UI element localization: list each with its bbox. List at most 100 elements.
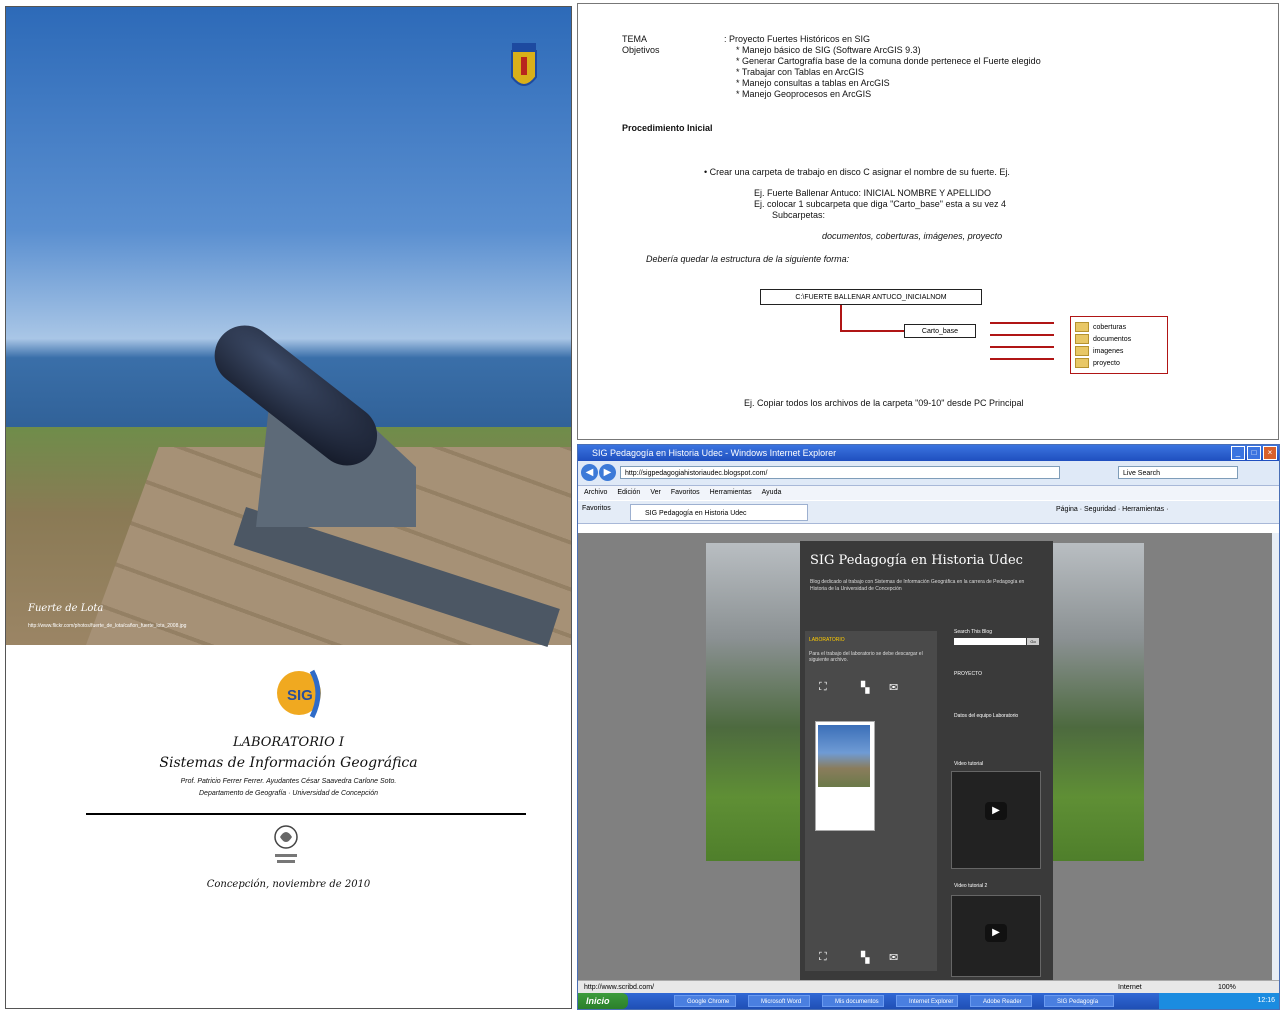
root-folder-box: C:\FUERTE BALLENAR ANTUCO_INICIALNOM <box>760 289 982 305</box>
menu-herramientas[interactable]: Herramientas <box>710 486 752 500</box>
cover-divider <box>86 813 526 815</box>
gadget-video-title: Video tutorial <box>954 761 984 767</box>
start-button[interactable]: Inicio <box>578 993 628 1009</box>
subfolders-line: documentos, coberturas, imágenes, proyec… <box>822 231 1003 241</box>
minimize-button[interactable]: _ <box>1231 446 1245 460</box>
menu-ayuda[interactable]: Ayuda <box>762 486 782 500</box>
play-icon[interactable]: ▶ <box>985 802 1007 820</box>
blog-description: Blog dedicado al trabajo con Sistemas de… <box>810 579 1025 592</box>
maximize-button[interactable]: □ <box>1247 446 1261 460</box>
tree-connector <box>990 358 1054 360</box>
gadget-laboratorio-text: Para el trabajo del laboratorio se debe … <box>809 651 923 663</box>
objective-item: * Manejo básico de SIG (Software ArcGIS … <box>736 45 921 55</box>
professors-line: Prof. Patricio Ferrer Ferrer. Ayudantes … <box>180 778 397 785</box>
forward-arrow-icon[interactable]: ▶ <box>599 464 616 481</box>
objective-item: * Generar Cartografía base de la comuna … <box>736 56 1041 66</box>
gadget-proyecto-title: PROYECTO <box>954 671 982 677</box>
tab-blog[interactable]: SIG Pedagogía en Historia Udec <box>630 504 808 521</box>
folder-icon <box>1075 334 1089 344</box>
objetivos-label: Objetivos <box>622 45 660 55</box>
blog-column: SIG Pedagogía en Historia Udec Blog dedi… <box>800 541 1053 980</box>
instructions-document: TEMA : Proyecto Fuertes Históricos en SI… <box>577 3 1279 440</box>
gadget-datos-title: Datos del equipo Laboratorio <box>954 713 1019 719</box>
address-bar[interactable]: http://sigpedagogiahistoriaudec.blogspot… <box>620 466 1060 479</box>
fullscreen-icon[interactable]: ⛶ <box>819 681 827 694</box>
tree-connector <box>840 330 904 332</box>
place-date: Concepción, noviembre de 2010 <box>206 879 371 890</box>
blog-search-button[interactable]: Go <box>1027 638 1039 645</box>
cover-page: Fuerte de Lota http://www.flickr.com/pho… <box>5 6 572 1009</box>
copy-icon[interactable]: ▚ <box>861 951 869 964</box>
course-title: Sistemas de Información Geográfica <box>159 755 418 771</box>
system-tray: 12:16 <box>1159 993 1279 1009</box>
status-url: http://www.scribd.com/ <box>584 984 655 991</box>
address-toolbar: ◀ ▶ http://sigpedagogiahistoriaudec.blog… <box>578 461 1279 486</box>
window-title: SIG Pedagogía en Historia Udec - Windows… <box>578 445 1279 461</box>
tree-connector <box>990 322 1054 324</box>
vertical-scrollbar[interactable] <box>1272 533 1279 980</box>
menu-edicion[interactable]: Edición <box>617 486 640 500</box>
video-player-2[interactable]: ▶ <box>951 895 1041 977</box>
clock: 12:16 <box>1257 997 1275 1004</box>
taskbar-item[interactable]: Mis documentos <box>822 995 884 1007</box>
video-player[interactable]: ▶ <box>951 771 1041 869</box>
objective-item: * Trabajar con Tablas en ArcGIS <box>736 67 864 77</box>
tab-bar: Favoritos SIG Pedagogía en Historia Udec… <box>578 501 1279 524</box>
window-controls: _ □ × <box>1231 446 1277 460</box>
page-viewport: SIG Pedagogía en Historia Udec Blog dedi… <box>578 533 1272 980</box>
objective-item: * Manejo consultas a tablas en ArcGIS <box>736 78 890 88</box>
folder-icon <box>1075 358 1089 368</box>
fullscreen-icon[interactable]: ⛶ <box>819 951 827 964</box>
taskbar-item[interactable]: Microsoft Word <box>748 995 810 1007</box>
sig-logo-icon: SIG <box>277 669 321 719</box>
folder-icon <box>1075 346 1089 356</box>
university-crest-icon <box>511 43 537 86</box>
email-icon[interactable]: ✉ <box>889 681 898 694</box>
photo-caption: Fuerte de Lota <box>28 603 104 614</box>
example-line-2: Ej. colocar 1 subcarpeta que diga "Carto… <box>754 199 1007 209</box>
windows-taskbar: Inicio Google Chrome Microsoft Word Mis … <box>578 993 1279 1009</box>
tree-connector <box>990 346 1054 348</box>
main-post-area: LABORATORIO Para el trabajo del laborato… <box>805 631 937 971</box>
sig-logo-text: SIG <box>287 687 313 704</box>
embedded-cover-photo <box>818 725 870 787</box>
taskbar-item[interactable]: Adobe Reader <box>970 995 1032 1007</box>
menu-favoritos[interactable]: Favoritos <box>671 486 700 500</box>
menu-ver[interactable]: Ver <box>650 486 661 500</box>
play-icon[interactable]: ▶ <box>985 924 1007 942</box>
subfolder-item: proyecto <box>1075 357 1167 369</box>
back-arrow-icon[interactable]: ◀ <box>581 464 598 481</box>
taskbar-item[interactable]: SIG Pedagogía <box>1044 995 1114 1007</box>
close-button[interactable]: × <box>1263 446 1277 460</box>
photo-url: http://www.flickr.com/photos/fuerte_de_l… <box>28 623 187 629</box>
browser-window: SIG Pedagogía en Historia Udec - Windows… <box>577 444 1280 1010</box>
lab-title: LABORATORIO I <box>232 735 345 750</box>
gadget-video2-title: Video tutorial 2 <box>954 883 988 889</box>
procedure-heading: Procedimiento Inicial <box>622 123 713 133</box>
menu-archivo[interactable]: Archivo <box>584 486 607 500</box>
favorites-button[interactable]: Favoritos <box>582 505 611 512</box>
folder-icon <box>1075 322 1089 332</box>
status-bar: http://www.scribd.com/ Internet 100% <box>578 980 1279 993</box>
example-line-3: Subcarpetas: <box>772 210 826 220</box>
base-folder-box: Carto_base <box>904 324 976 338</box>
example-line-1: Ej. Fuerte Ballenar Antuco: INICIAL NOMB… <box>754 188 991 198</box>
command-bar[interactable]: Página · Seguridad · Herramientas · <box>1056 506 1168 513</box>
tree-connector <box>990 334 1054 336</box>
tree-connector <box>840 305 842 331</box>
taskbar-item[interactable]: Google Chrome <box>674 995 736 1007</box>
embedded-document-preview[interactable] <box>815 721 875 831</box>
subfolder-item: imagenes <box>1075 345 1167 357</box>
structure-note: Debería quedar la estructura de la sigui… <box>646 254 850 264</box>
department-line: Departamento de Geografía · Universidad … <box>199 790 378 797</box>
search-input[interactable]: Live Search <box>1118 466 1238 479</box>
blog-title[interactable]: SIG Pedagogía en Historia Udec <box>810 553 1023 568</box>
tema-value: : Proyecto Fuertes Históricos en SIG <box>724 34 871 44</box>
gadget-laboratorio-title: LABORATORIO <box>809 637 845 643</box>
tema-label: TEMA <box>622 34 648 44</box>
copy-icon[interactable]: ▚ <box>861 681 869 694</box>
geography-department-logo-icon <box>274 825 298 863</box>
taskbar-item[interactable]: Internet Explorer <box>896 995 958 1007</box>
blog-search-input[interactable] <box>954 638 1026 645</box>
email-icon[interactable]: ✉ <box>889 951 898 964</box>
